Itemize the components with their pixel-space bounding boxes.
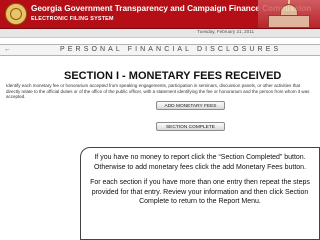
current-date: Tuesday, February 21, 2011 <box>197 29 254 34</box>
section-banner: ← PERSONAL FINANCIAL DISCLOSURES <box>0 44 320 56</box>
callout-paragraph-1: If you have no money to report click the… <box>93 154 307 171</box>
back-arrow-icon[interactable]: ← <box>4 46 11 54</box>
instructions-text: Identify each monetary fee or honorarium… <box>6 83 310 100</box>
banner-title: PERSONAL FINANCIAL DISCLOSURES <box>60 46 282 53</box>
page-title: SECTION I - MONETARY FEES RECEIVED <box>64 70 282 82</box>
capitol-building-icon <box>258 0 320 28</box>
callout-paragraph-2: For each section if you have more than o… <box>90 179 310 206</box>
header-bar: Georgia Government Transparency and Camp… <box>0 0 320 29</box>
help-callout: If you have no money to report click the… <box>80 147 320 240</box>
app-subtitle: ELECTRONIC FILING SYSTEM <box>31 16 114 22</box>
date-bar: Tuesday, February 21, 2011 <box>0 29 320 38</box>
section-complete-button[interactable]: SECTION COMPLETE <box>156 122 225 131</box>
georgia-seal-icon <box>5 3 27 25</box>
add-monetary-fees-button[interactable]: ADD MONETARY FEES <box>156 101 225 110</box>
